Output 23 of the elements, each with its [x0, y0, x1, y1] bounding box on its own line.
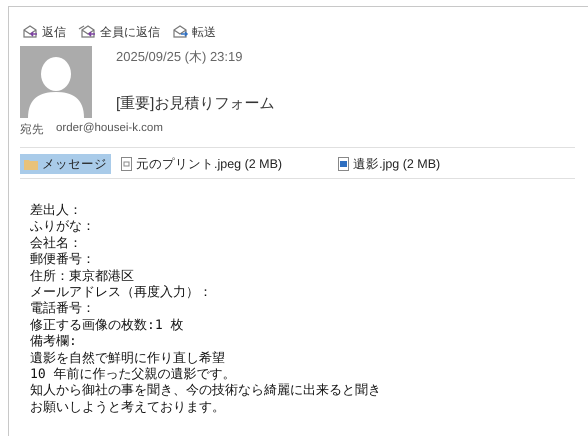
body-line: お願いしようと考えております。	[30, 400, 226, 416]
body-line: 会社名：	[30, 236, 83, 252]
attachment-tab[interactable]: 遺影.jpg (2 MB)	[334, 154, 444, 174]
attachment-tab[interactable]: メッセージ	[20, 154, 111, 174]
body-line: メールアドレス（再度入力）：	[30, 285, 213, 301]
forward-button[interactable]: 転送	[169, 24, 219, 40]
body-line: 電話番号：	[30, 301, 96, 318]
body-line: 住所：東京都港区	[30, 268, 135, 286]
body-line: 備考欄:	[30, 334, 78, 351]
body-line: 遺影を自然で鮮明に作り直し希望	[30, 350, 226, 367]
body-line: 郵便番号：	[30, 252, 96, 269]
attachment-tab[interactable]: 元のプリント.jpeg (2 MB)	[117, 154, 286, 174]
sent-date: 2025/09/25 (木) 23:19	[116, 48, 244, 66]
body-line: 知人から御社の事を聞き、今の技術なら綺麗に出来ると聞き	[30, 383, 382, 400]
recipient-address: order@housei-k.com	[56, 122, 163, 136]
body-line: 10 年前に作った父親の遺影です。	[30, 367, 236, 383]
body-line: 差出人：	[30, 203, 83, 220]
body-line: 修正する画像の枚数:1 枚	[30, 318, 184, 334]
to-label: 宛先	[20, 122, 44, 137]
reply-all-button[interactable]: 全員に返信	[75, 24, 163, 40]
subject: [重要]お見積りフォーム	[116, 94, 274, 113]
body-line: ふりがな：	[30, 219, 96, 236]
reply-button[interactable]: 返信	[19, 24, 69, 40]
